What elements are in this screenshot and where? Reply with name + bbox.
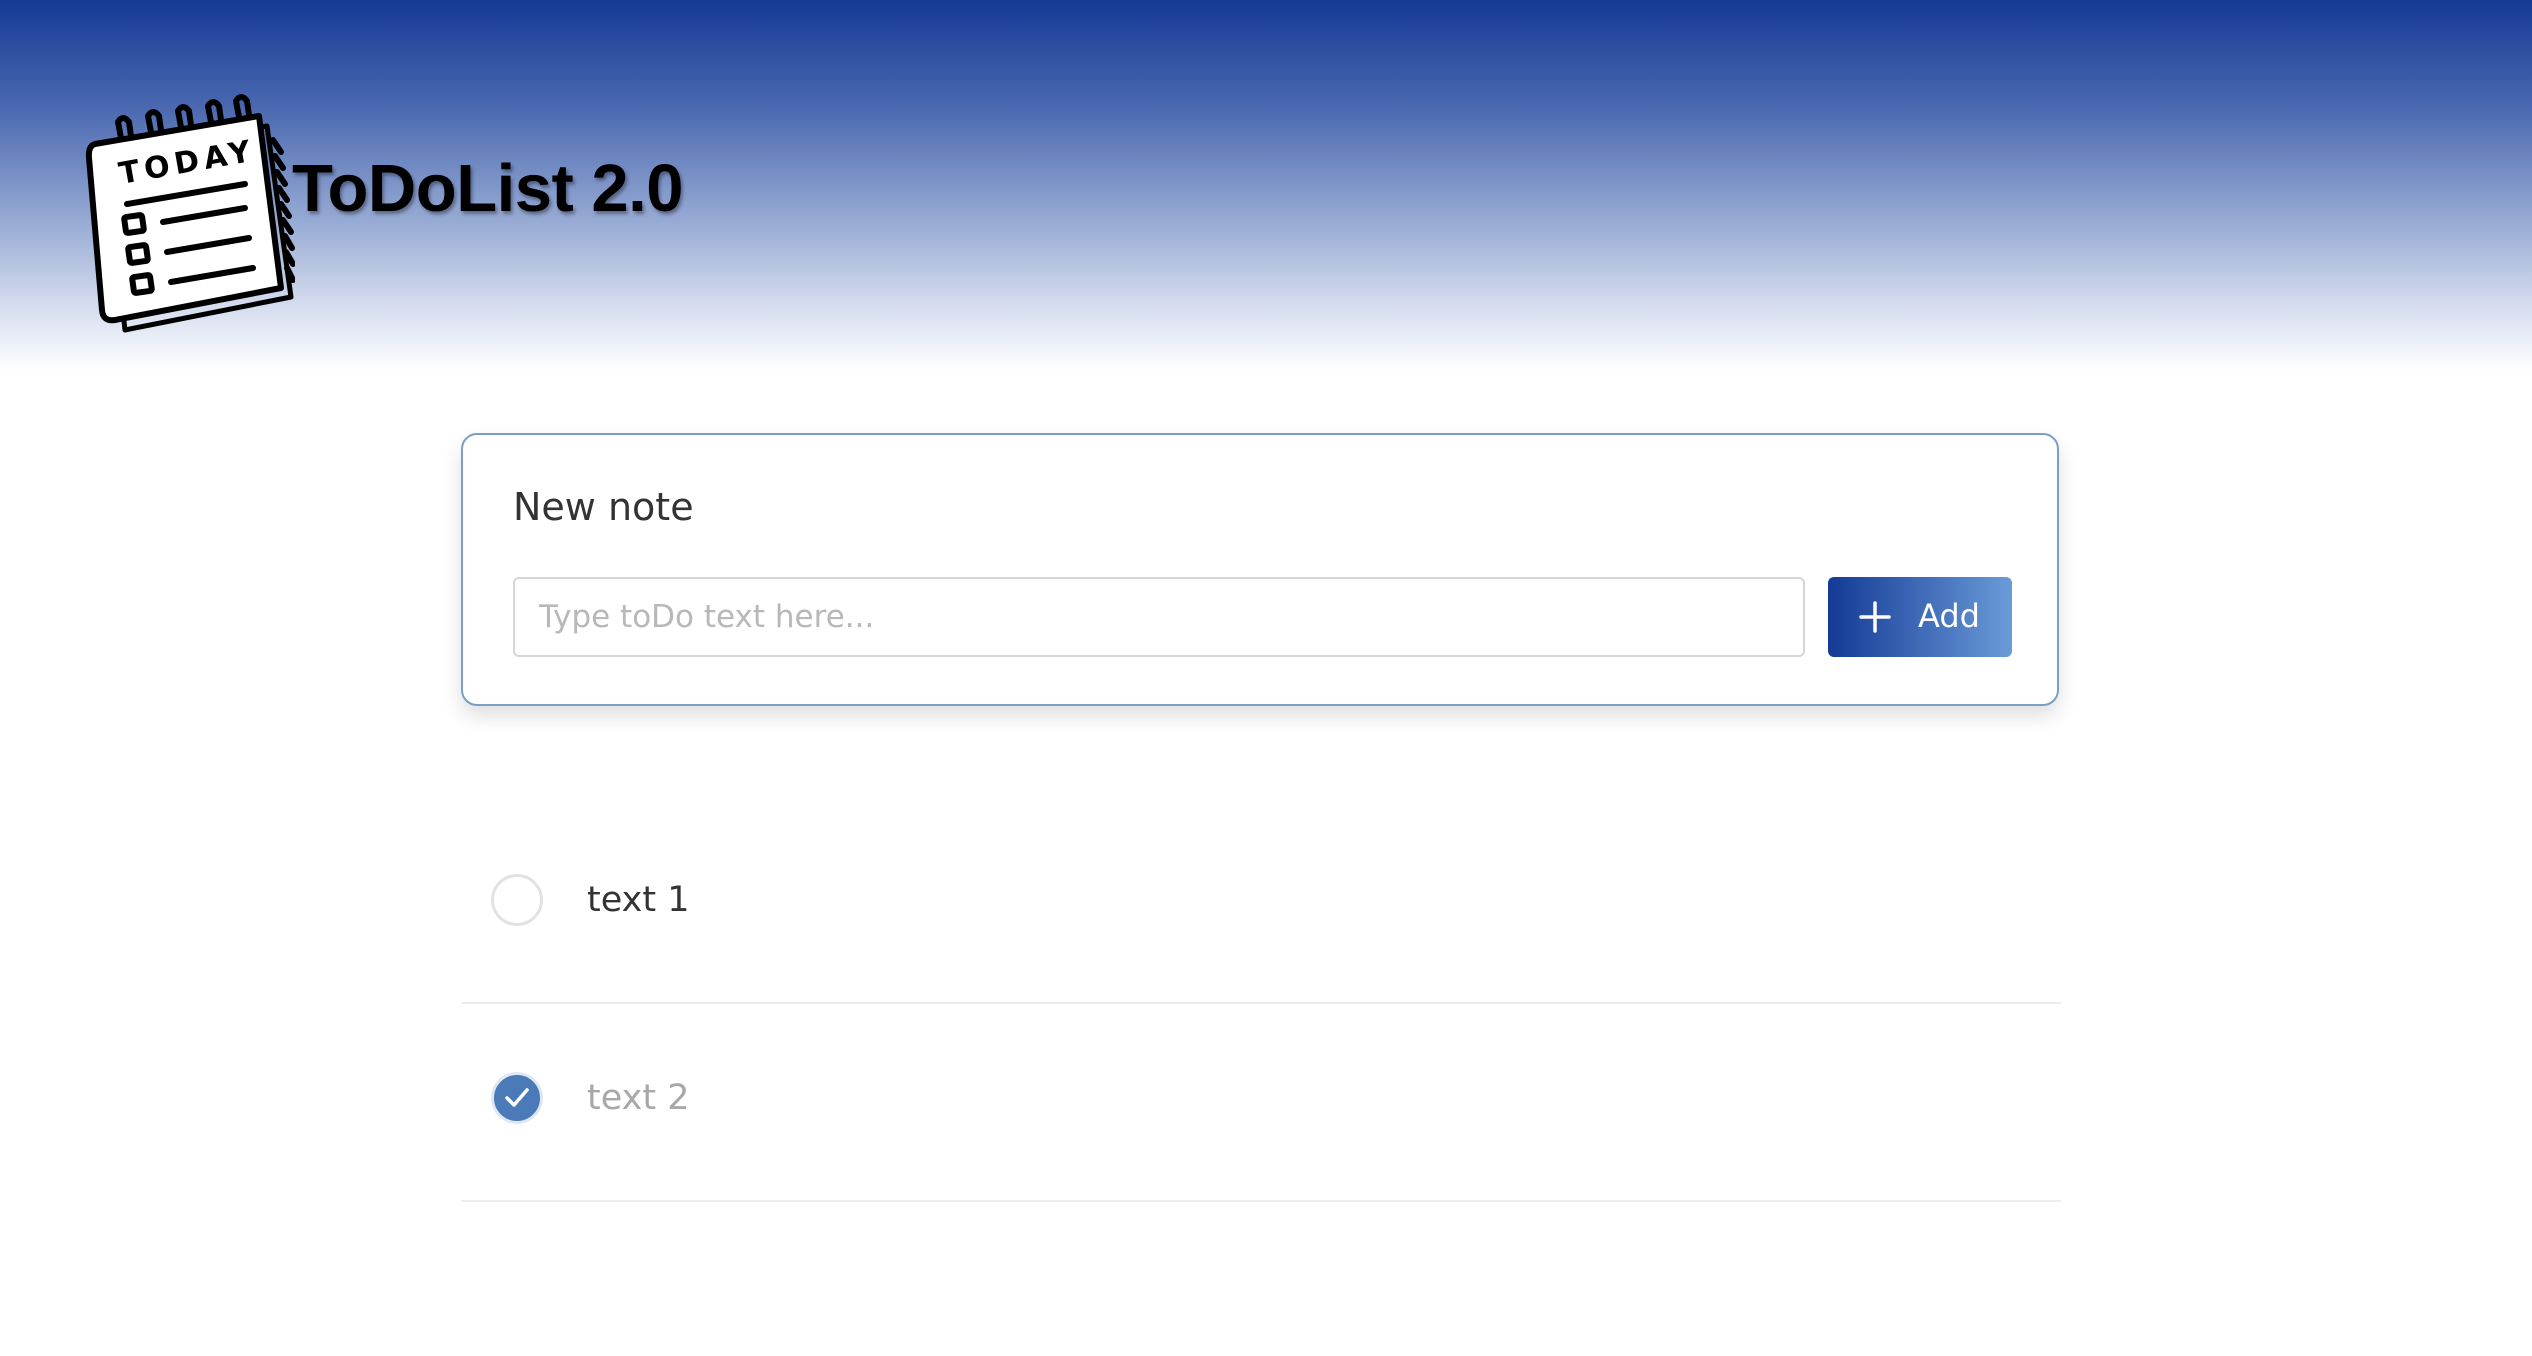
checkmark-icon (505, 1088, 529, 1107)
add-button-label: Add (1918, 597, 1980, 635)
add-button[interactable]: Add (1828, 577, 2012, 657)
notepad-icon: TODAY (85, 94, 295, 333)
todo-text: text 1 (587, 880, 690, 920)
todo-item: text 2 (461, 1002, 2061, 1202)
todo-text-input[interactable] (513, 577, 1805, 657)
todo-checkbox[interactable] (491, 874, 543, 926)
app-header: TODAY ToDoList 2.0 (0, 0, 2532, 372)
todo-checkbox-checked[interactable] (491, 1072, 543, 1124)
app-title: ToDoList 2.0 (292, 151, 684, 226)
new-note-title: New note (513, 485, 694, 529)
plus-icon (1859, 601, 1891, 633)
new-note-card: New note Add (461, 433, 2059, 706)
todo-item: text 1 (461, 804, 2061, 1004)
todo-text: text 2 (587, 1078, 690, 1118)
